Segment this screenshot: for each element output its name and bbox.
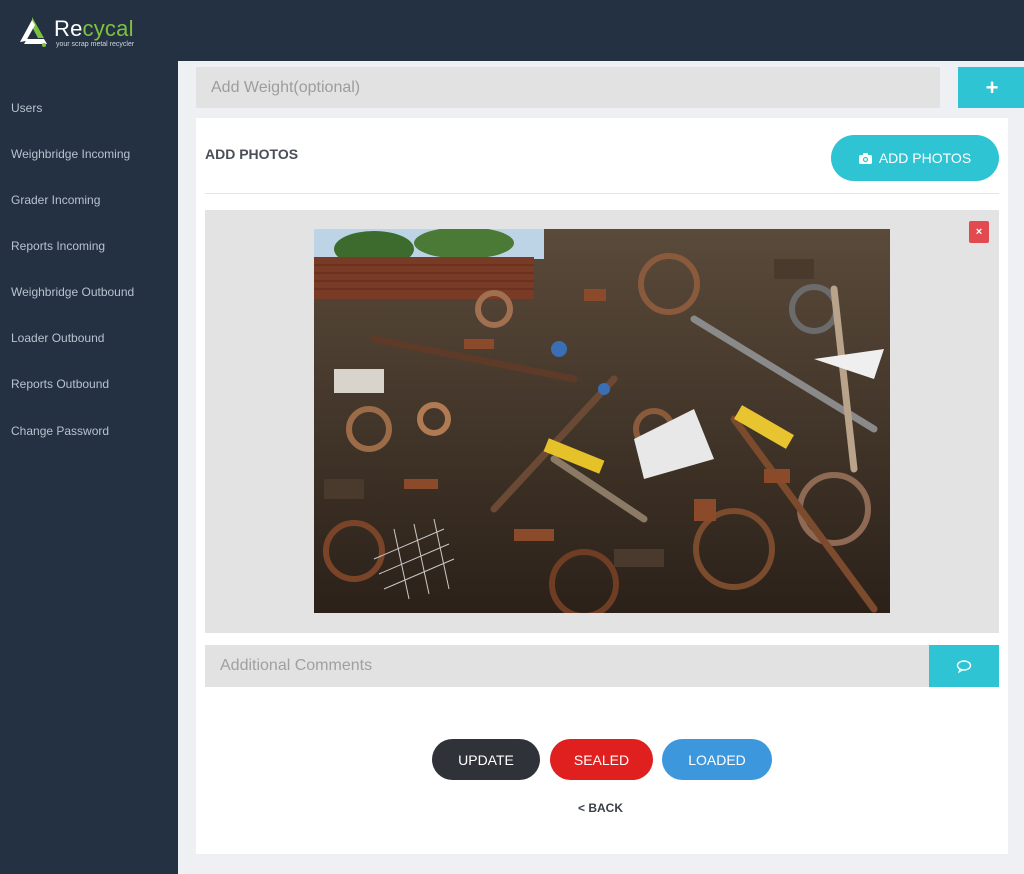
add-photos-button-label: ADD PHOTOS bbox=[878, 150, 972, 166]
add-weight-button[interactable]: + bbox=[958, 67, 1024, 108]
sidebar-item-grader-incoming[interactable]: Grader Incoming bbox=[11, 193, 100, 207]
add-photos-heading: ADD PHOTOS bbox=[205, 146, 299, 162]
sidebar-item-weighbridge-incoming[interactable]: Weighbridge Incoming bbox=[11, 147, 130, 161]
sealed-button[interactable]: SEALED bbox=[550, 739, 653, 780]
back-link[interactable]: < BACK bbox=[578, 801, 623, 815]
brand-logo[interactable]: Recycal your scrap metal recycler bbox=[14, 14, 154, 52]
sidebar-item-reports-incoming[interactable]: Reports Incoming bbox=[11, 239, 105, 253]
recycle-logo-icon bbox=[20, 17, 47, 47]
photos-card: ADD PHOTOS ADD PHOTOS × Additional Comme… bbox=[196, 118, 1008, 854]
top-bar: Recycal your scrap metal recycler bbox=[0, 0, 1024, 61]
sidebar-item-weighbridge-outbound[interactable]: Weighbridge Outbound bbox=[11, 285, 134, 299]
weight-row: + bbox=[196, 67, 1024, 108]
plus-icon: + bbox=[985, 74, 999, 100]
update-button[interactable]: UPDATE bbox=[432, 739, 540, 780]
brand-name-prefix: Re bbox=[54, 16, 83, 41]
brand-tagline: your scrap metal recycler bbox=[56, 41, 135, 48]
uploaded-photo bbox=[314, 229, 890, 613]
sidebar-item-change-password[interactable]: Change Password bbox=[11, 424, 109, 438]
close-icon: × bbox=[975, 226, 983, 238]
sidebar-item-reports-outbound[interactable]: Reports Outbound bbox=[11, 377, 109, 391]
main-content: + ADD PHOTOS ADD PHOTOS bbox=[178, 61, 1024, 874]
comment-button[interactable] bbox=[929, 645, 999, 687]
weight-input[interactable] bbox=[196, 67, 940, 108]
brand-name: Recycal bbox=[54, 16, 134, 42]
brand-name-accent: cycal bbox=[82, 16, 134, 41]
sidebar: Users Weighbridge Incoming Grader Incomi… bbox=[0, 61, 178, 874]
photo-panel: × bbox=[205, 210, 999, 633]
camera-icon bbox=[858, 152, 872, 164]
divider bbox=[205, 193, 999, 194]
sidebar-item-users[interactable]: Users bbox=[11, 101, 42, 115]
scrap-metal-photo bbox=[314, 229, 890, 613]
loaded-button[interactable]: LOADED bbox=[662, 739, 772, 780]
sidebar-item-loader-outbound[interactable]: Loader Outbound bbox=[11, 331, 104, 345]
additional-comments-input[interactable] bbox=[205, 645, 929, 687]
remove-photo-button[interactable]: × bbox=[969, 221, 989, 243]
comments-row bbox=[205, 645, 999, 687]
speech-bubble-icon bbox=[956, 659, 972, 673]
add-photos-button[interactable]: ADD PHOTOS bbox=[831, 135, 999, 181]
